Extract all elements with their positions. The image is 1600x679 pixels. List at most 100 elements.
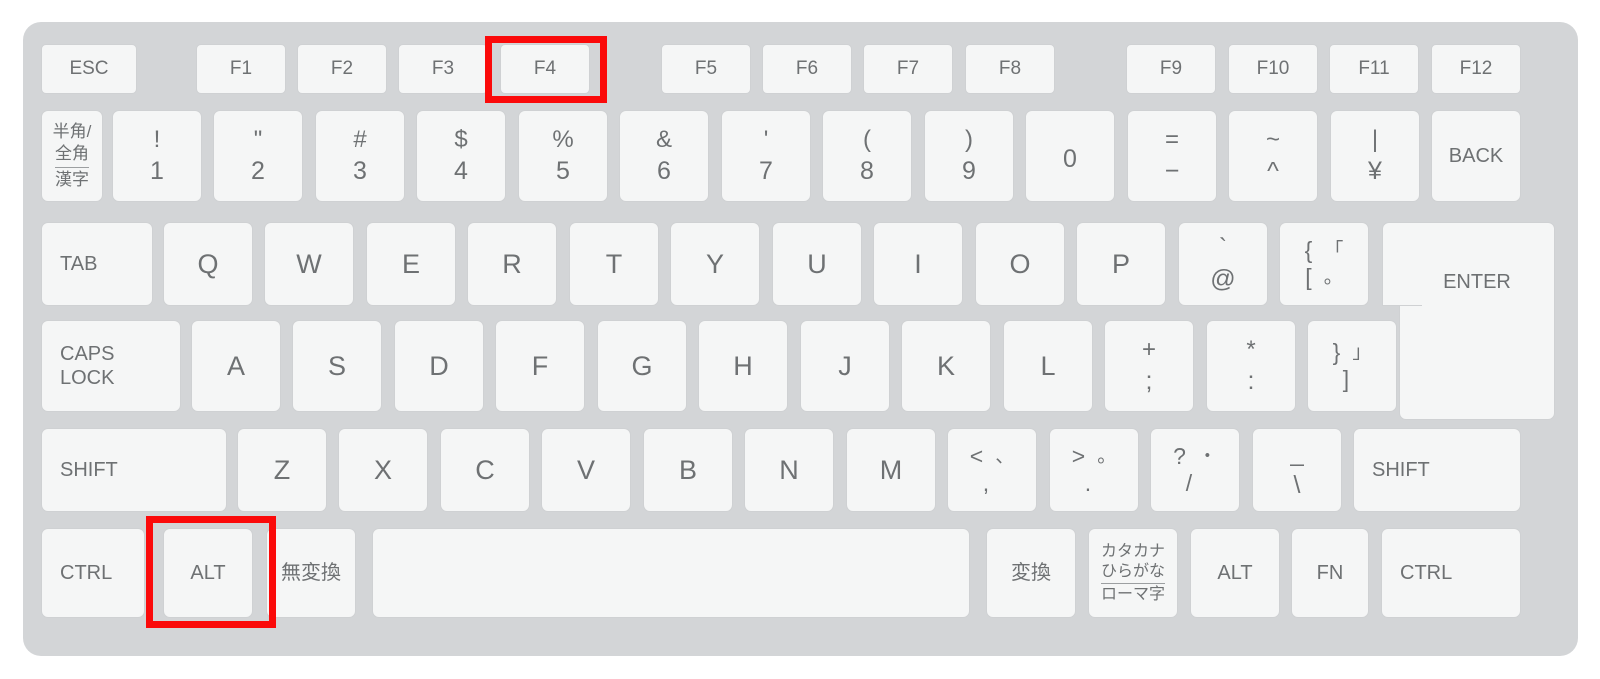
key-underscore-backslash[interactable]: _ \ bbox=[1252, 428, 1342, 512]
key-i[interactable]: I bbox=[873, 222, 963, 306]
key-x[interactable]: X bbox=[338, 428, 428, 512]
key-f7[interactable]: F7 bbox=[863, 44, 953, 94]
key-6-shift: & bbox=[655, 126, 672, 153]
period-base-row: . bbox=[1085, 472, 1103, 495]
key-1-shift: ! bbox=[153, 126, 161, 153]
slash-shift-row: ? ・ bbox=[1173, 445, 1217, 468]
key-muhenkan[interactable]: 無変換 bbox=[266, 528, 356, 618]
key-f1[interactable]: F1 bbox=[196, 44, 286, 94]
key-d[interactable]: D bbox=[394, 320, 484, 412]
period-base: . bbox=[1084, 470, 1092, 496]
period-kana: 。 bbox=[1097, 446, 1117, 467]
key-equal-base: − bbox=[1164, 157, 1180, 185]
key-pipe-yen[interactable]: | ¥ bbox=[1330, 110, 1420, 202]
bracket-left-shift-row: { 「 bbox=[1305, 239, 1344, 262]
key-v[interactable]: V bbox=[541, 428, 631, 512]
key-colon[interactable]: * : bbox=[1206, 320, 1296, 412]
key-7-base: 7 bbox=[759, 157, 773, 185]
key-1-base: 1 bbox=[150, 157, 164, 185]
key-period[interactable]: > 。 . bbox=[1049, 428, 1139, 512]
key-p[interactable]: P bbox=[1076, 222, 1166, 306]
key-3[interactable]: # 3 bbox=[315, 110, 405, 202]
key-f3[interactable]: F3 bbox=[398, 44, 488, 94]
key-fn[interactable]: FN bbox=[1291, 528, 1369, 618]
key-f6[interactable]: F6 bbox=[762, 44, 852, 94]
key-3-base: 3 bbox=[353, 157, 367, 185]
key-ctrl-left[interactable]: CTRL bbox=[41, 528, 145, 618]
key-n[interactable]: N bbox=[744, 428, 834, 512]
key-2-base: 2 bbox=[251, 157, 265, 185]
key-esc[interactable]: ESC bbox=[41, 44, 137, 94]
key-b[interactable]: B bbox=[643, 428, 733, 512]
key-0[interactable]: 0 bbox=[1025, 110, 1115, 202]
bracket-left-base-row: [ 。 bbox=[1305, 266, 1342, 289]
key-f10[interactable]: F10 bbox=[1228, 44, 1318, 94]
key-tilde-caret[interactable]: ~ ^ bbox=[1228, 110, 1318, 202]
key-m[interactable]: M bbox=[846, 428, 936, 512]
key-7[interactable]: ' 7 bbox=[721, 110, 811, 202]
key-j[interactable]: J bbox=[800, 320, 890, 412]
key-z[interactable]: Z bbox=[237, 428, 327, 512]
key-comma[interactable]: < 、 , bbox=[947, 428, 1037, 512]
key-caret-shift: ~ bbox=[1265, 126, 1280, 153]
key-t[interactable]: T bbox=[569, 222, 659, 306]
key-hankaku-zenkaku[interactable]: 半角/ 全角 漢字 bbox=[41, 110, 103, 202]
key-backspace[interactable]: BACK bbox=[1431, 110, 1521, 202]
key-colon-base: : bbox=[1247, 367, 1255, 395]
key-space[interactable] bbox=[372, 528, 970, 618]
key-katakana-hiragana-romaji[interactable]: カタカナ ひらがな ローマ字 bbox=[1088, 528, 1178, 618]
key-f12[interactable]: F12 bbox=[1431, 44, 1521, 94]
key-g[interactable]: G bbox=[597, 320, 687, 412]
key-c[interactable]: C bbox=[440, 428, 530, 512]
key-slash[interactable]: ? ・ / bbox=[1150, 428, 1240, 512]
key-enter[interactable]: ENTER bbox=[1382, 222, 1555, 420]
key-f8[interactable]: F8 bbox=[965, 44, 1055, 94]
key-9[interactable]: ) 9 bbox=[924, 110, 1014, 202]
key-r[interactable]: R bbox=[467, 222, 557, 306]
key-6[interactable]: & 6 bbox=[619, 110, 709, 202]
key-yen-base: ¥ bbox=[1368, 157, 1382, 185]
key-alt-right[interactable]: ALT bbox=[1190, 528, 1280, 618]
key-tab[interactable]: TAB bbox=[41, 222, 153, 306]
key-y[interactable]: Y bbox=[670, 222, 760, 306]
key-h[interactable]: H bbox=[698, 320, 788, 412]
key-shift-left[interactable]: SHIFT bbox=[41, 428, 227, 512]
key-1[interactable]: ! 1 bbox=[112, 110, 202, 202]
key-a[interactable]: A bbox=[191, 320, 281, 412]
key-f9[interactable]: F9 bbox=[1126, 44, 1216, 94]
key-4[interactable]: $ 4 bbox=[416, 110, 506, 202]
key-f5[interactable]: F5 bbox=[661, 44, 751, 94]
key-f[interactable]: F bbox=[495, 320, 585, 412]
key-u[interactable]: U bbox=[772, 222, 862, 306]
key-k[interactable]: K bbox=[901, 320, 991, 412]
key-shift-right[interactable]: SHIFT bbox=[1353, 428, 1521, 512]
bracket-right-shift: } bbox=[1332, 339, 1341, 365]
bracket-left-base: [ bbox=[1305, 264, 1312, 290]
key-ctrl-right[interactable]: CTRL bbox=[1381, 528, 1521, 618]
hankaku-line1: 半角/ bbox=[52, 122, 92, 142]
key-capslock[interactable]: CAPS LOCK bbox=[41, 320, 181, 412]
key-semicolon[interactable]: + ; bbox=[1104, 320, 1194, 412]
key-at[interactable]: ` @ bbox=[1178, 222, 1268, 306]
key-s[interactable]: S bbox=[292, 320, 382, 412]
slash-shift: ? bbox=[1173, 443, 1186, 469]
highlight-box-alt bbox=[146, 516, 276, 628]
key-f11[interactable]: F11 bbox=[1329, 44, 1419, 94]
katakana-line1: カタカナ bbox=[1100, 542, 1165, 560]
katakana-line2: ひらがな bbox=[1100, 562, 1165, 585]
key-e[interactable]: E bbox=[366, 222, 456, 306]
key-2[interactable]: " 2 bbox=[213, 110, 303, 202]
key-w[interactable]: W bbox=[264, 222, 354, 306]
key-o[interactable]: O bbox=[975, 222, 1065, 306]
key-8[interactable]: ( 8 bbox=[822, 110, 912, 202]
key-bracket-left[interactable]: { 「 [ 。 bbox=[1279, 222, 1369, 306]
key-7-shift: ' bbox=[763, 126, 769, 153]
key-henkan[interactable]: 変換 bbox=[986, 528, 1076, 618]
key-equal-minus[interactable]: = − bbox=[1127, 110, 1217, 202]
hankaku-line3: 漢字 bbox=[55, 169, 89, 189]
key-q[interactable]: Q bbox=[163, 222, 253, 306]
key-bracket-right[interactable]: } 」 ] bbox=[1307, 320, 1397, 412]
key-f2[interactable]: F2 bbox=[297, 44, 387, 94]
key-l[interactable]: L bbox=[1003, 320, 1093, 412]
key-5[interactable]: % 5 bbox=[518, 110, 608, 202]
